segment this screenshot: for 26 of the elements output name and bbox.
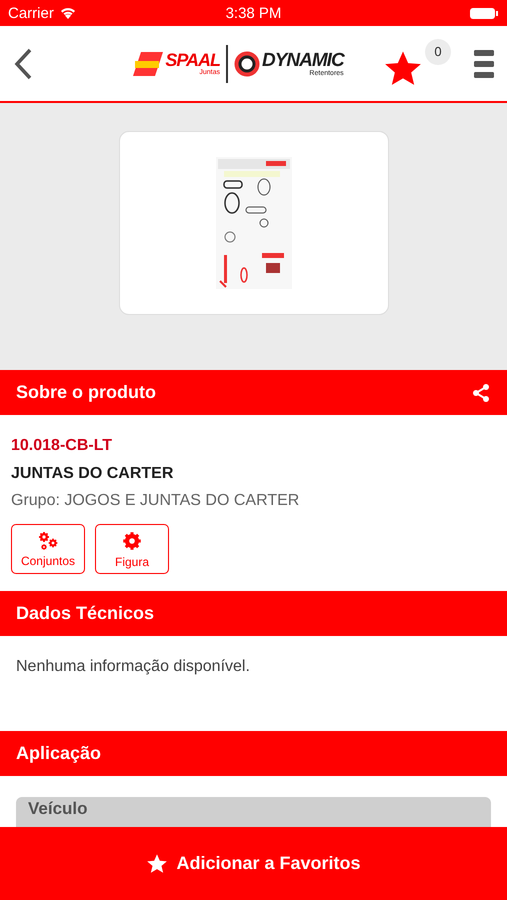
section-title: Dados Técnicos [16, 603, 154, 624]
gear-icon [121, 530, 143, 552]
share-icon[interactable] [471, 382, 491, 402]
wifi-icon [60, 7, 76, 19]
column-header: Veículo [28, 799, 88, 818]
logo-text: DYNAMIC [262, 50, 344, 70]
add-favorites-button[interactable]: Adicionar a Favoritos [0, 827, 507, 900]
product-group: Grupo: JOGOS E JUNTAS DO CARTER [11, 492, 496, 510]
gears-icon [37, 530, 59, 550]
section-title: Aplicação [16, 743, 102, 764]
back-icon[interactable] [12, 46, 34, 80]
section-title: Sobre o produto [16, 382, 156, 403]
info-text: Nenhuma informação disponível. [16, 658, 251, 676]
carrier-label: Carrier [8, 4, 54, 22]
action-button[interactable]: Figura [95, 524, 169, 574]
logo-text: SPAAL [165, 51, 220, 69]
favorites-button[interactable]: 0 [383, 38, 451, 88]
product-code: 10.018-CB-LT [11, 437, 114, 455]
clock: 3:38 PM [226, 4, 282, 22]
product-name: JUNTAS DO CARTER [11, 465, 174, 483]
favorites-count: 0 [425, 38, 451, 64]
stripes-icon [133, 50, 164, 78]
action-button[interactable]: Conjuntos [11, 524, 85, 574]
battery-icon [469, 6, 499, 20]
star-icon [146, 852, 168, 874]
ring-icon [234, 50, 260, 76]
